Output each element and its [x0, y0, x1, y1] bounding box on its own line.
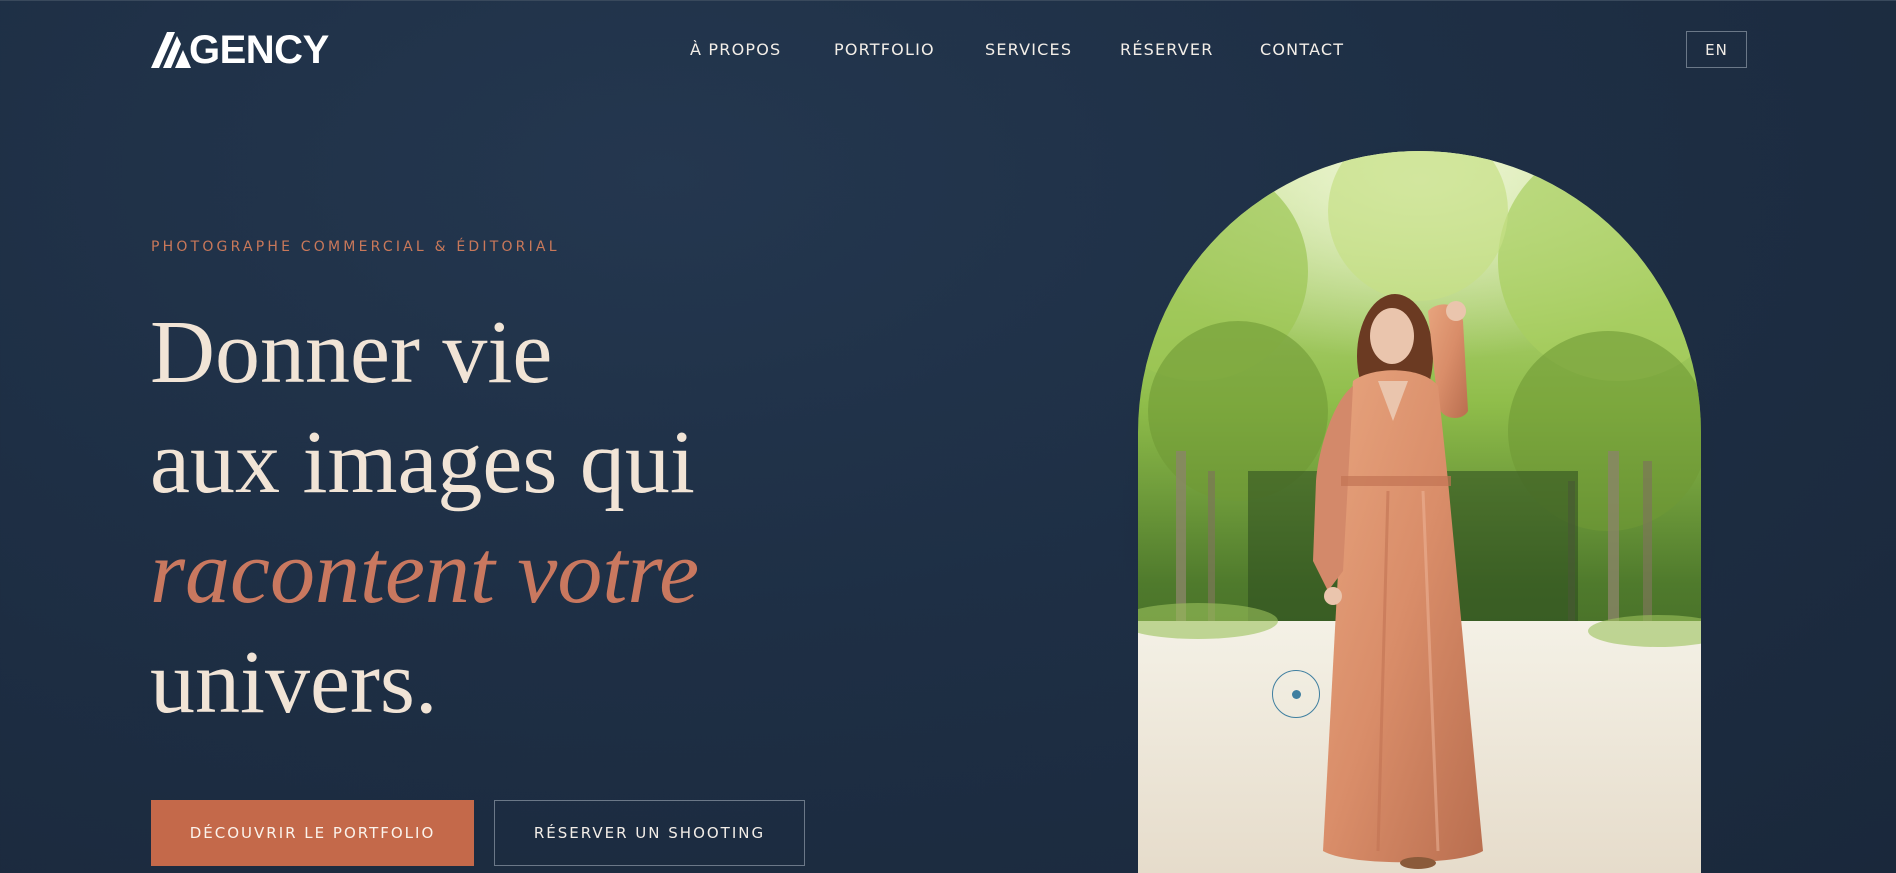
headline-line-1: Donner vie: [150, 303, 553, 402]
hero-headline: Donner vie aux images qui racontent votr…: [150, 298, 699, 738]
discover-portfolio-button[interactable]: DÉCOUVRIR LE PORTFOLIO: [151, 800, 474, 866]
top-border: [0, 0, 1896, 1]
language-switch-button[interactable]: EN: [1686, 31, 1747, 68]
nav-item-contact[interactable]: CONTACT: [1260, 38, 1344, 62]
nav-item-a-propos[interactable]: À PROPOS: [690, 38, 781, 62]
book-shooting-button[interactable]: RÉSERVER UN SHOOTING: [494, 800, 805, 866]
circle-dot-inner: [1291, 689, 1301, 699]
headline-line-2: aux images qui: [150, 413, 695, 512]
nav-item-services[interactable]: SERVICES: [985, 38, 1072, 62]
headline-line-3-accent: racontent votre: [150, 523, 700, 622]
logo-text: GENCY: [189, 28, 329, 72]
nav-item-reserver[interactable]: RÉSERVER: [1120, 38, 1214, 62]
hero-photo: [1138, 151, 1701, 873]
agency-logo[interactable]: GENCY: [151, 30, 329, 70]
stylized-a-logo-icon: [151, 32, 191, 68]
headline-line-4: univers.: [150, 633, 438, 732]
nav-item-portfolio[interactable]: PORTFOLIO: [834, 38, 935, 62]
hero-eyebrow: PHOTOGRAPHE COMMERCIAL & ÉDITORIAL: [151, 239, 560, 255]
circle-dot-icon[interactable]: [1272, 670, 1320, 718]
